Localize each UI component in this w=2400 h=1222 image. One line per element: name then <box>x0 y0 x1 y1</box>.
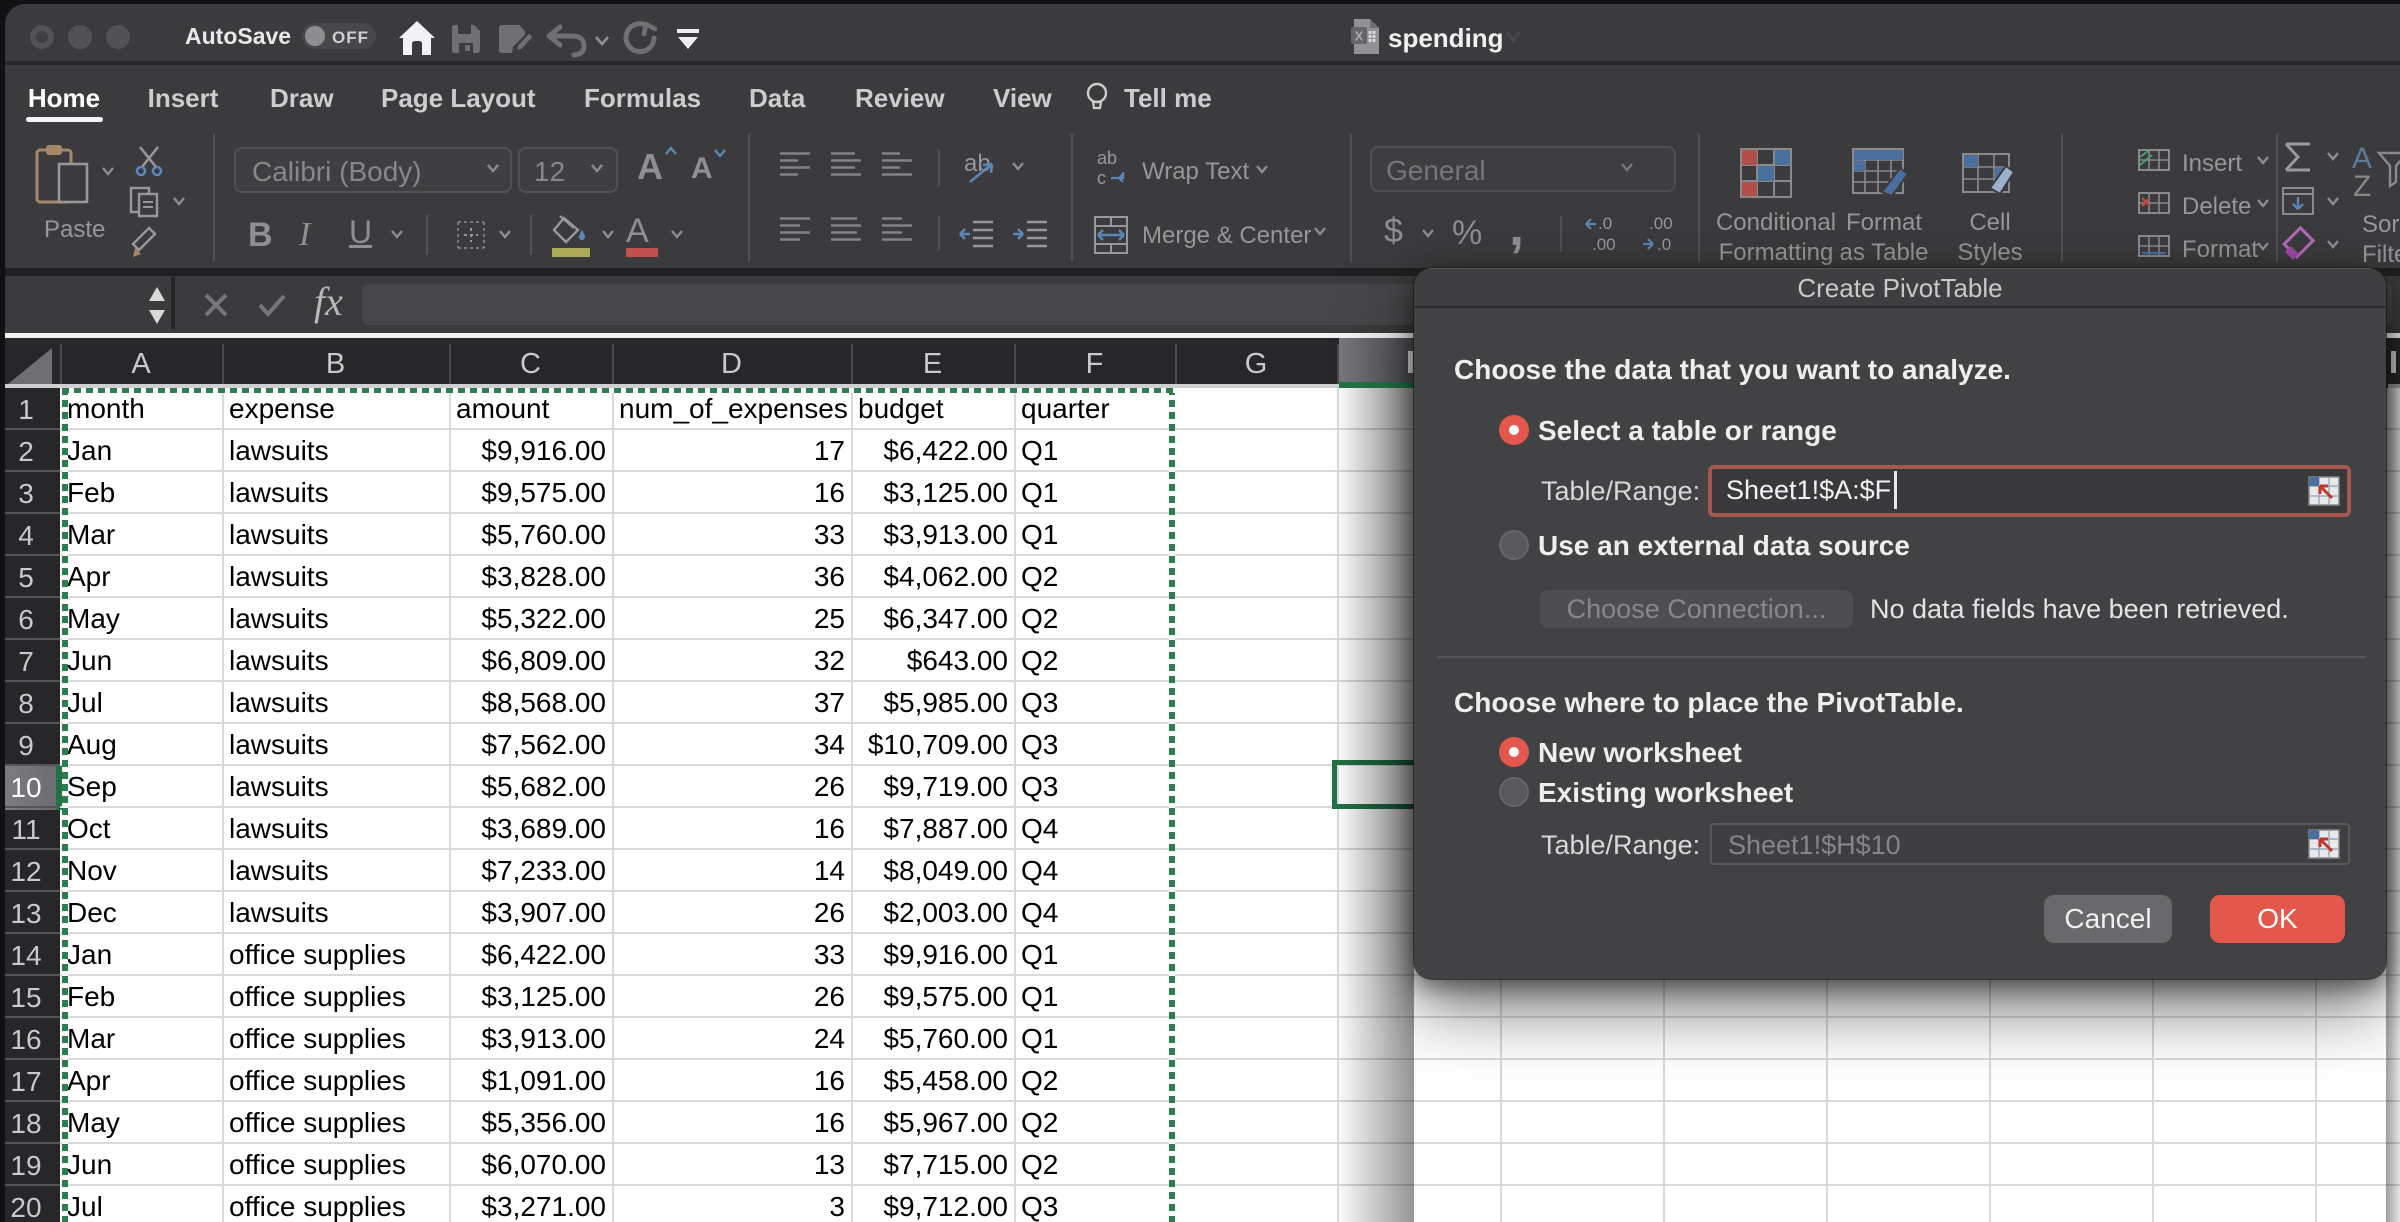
svg-text:.0: .0 <box>1657 235 1671 254</box>
svg-text:.00: .00 <box>1649 214 1673 233</box>
svg-text:c: c <box>1097 168 1106 188</box>
svg-text:X: X <box>1355 29 1364 44</box>
svg-text:.00: .00 <box>1592 235 1616 254</box>
svg-text:ab: ab <box>1097 148 1117 168</box>
svg-text:.0: .0 <box>1598 214 1612 233</box>
